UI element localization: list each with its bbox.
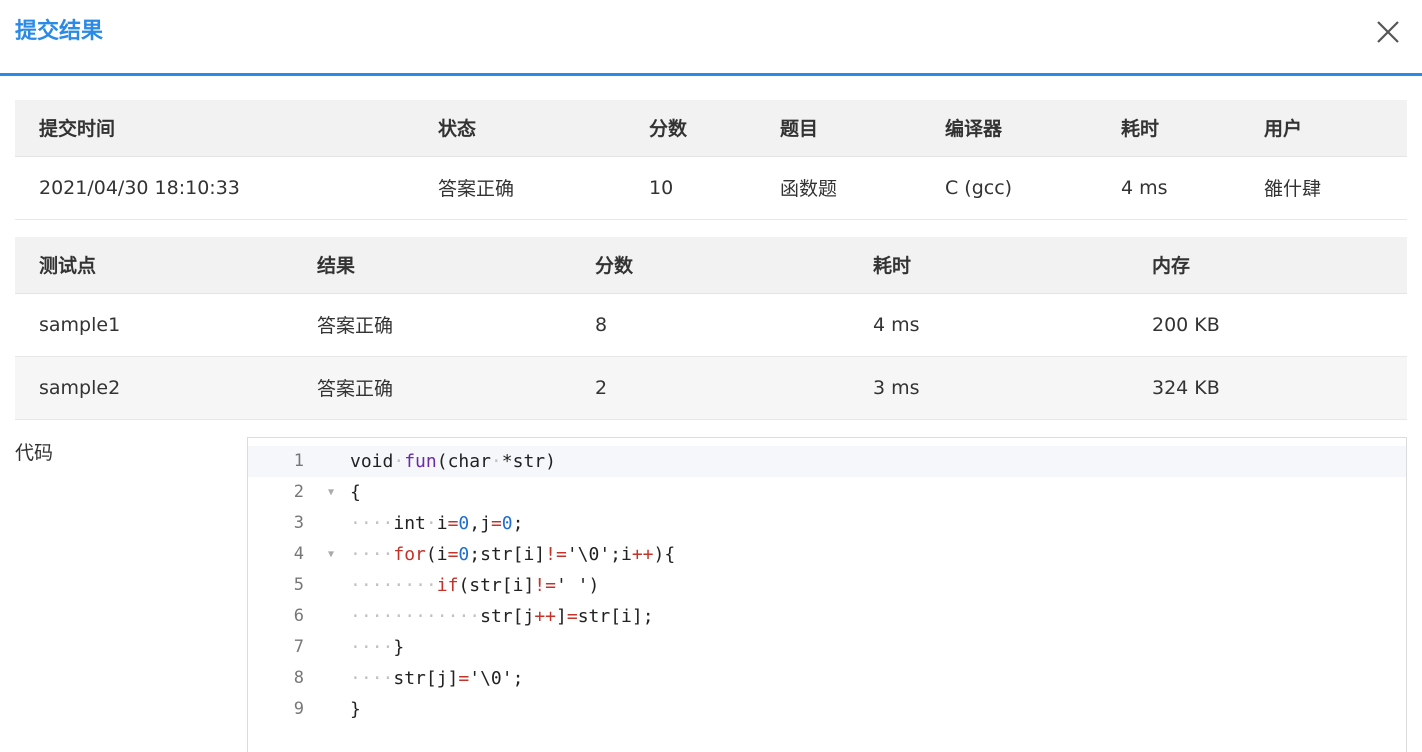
code-text: ····int·i=0,j=0; xyxy=(350,513,524,534)
test-case-name: sample1 xyxy=(15,293,293,357)
test-score: 2 xyxy=(571,356,849,420)
code-line: 1 void·fun(char·*str) xyxy=(248,446,1406,477)
dialog-header: 提交结果 xyxy=(0,0,1422,76)
code-line: 8 ····str[j]='\0'; xyxy=(248,663,1406,694)
header-test-time: 耗时 xyxy=(849,237,1128,294)
status-text: 答案正确 xyxy=(414,156,625,220)
tests-header-row: 测试点 结果 分数 耗时 内存 xyxy=(15,237,1407,294)
code-text: { xyxy=(350,482,361,503)
table-row: sample1 答案正确 8 4 ms 200 KB xyxy=(15,293,1407,357)
header-score: 分数 xyxy=(625,100,756,157)
code-line: 2 ▼ { xyxy=(248,477,1406,508)
code-line: 7 ····} xyxy=(248,632,1406,663)
code-text: ····} xyxy=(350,637,405,658)
test-score: 8 xyxy=(571,293,849,357)
header-compiler: 编译器 xyxy=(921,100,1097,157)
table-row: sample2 答案正确 2 3 ms 324 KB xyxy=(15,356,1407,420)
line-number: 2 xyxy=(293,482,304,502)
test-time: 4 ms xyxy=(849,293,1128,357)
line-number: 3 xyxy=(293,513,304,533)
header-user: 用户 xyxy=(1240,100,1407,157)
fold-toggle-icon[interactable]: ▼ xyxy=(328,477,334,508)
line-number: 9 xyxy=(293,699,304,719)
submit-time: 2021/04/30 18:10:33 xyxy=(15,156,414,220)
line-number: 7 xyxy=(293,637,304,657)
test-memory: 200 KB xyxy=(1128,293,1407,357)
code-label: 代码 xyxy=(15,442,54,464)
header-duration: 耗时 xyxy=(1097,100,1240,157)
test-result: 答案正确 xyxy=(293,293,571,357)
score-value: 10 xyxy=(625,156,756,220)
code-line: 5 ········if(str[i]!=' ') xyxy=(248,570,1406,601)
header-memory: 内存 xyxy=(1128,237,1407,294)
line-number: 5 xyxy=(293,575,304,595)
code-text: ····str[j]='\0'; xyxy=(350,668,524,689)
fold-toggle-icon[interactable]: ▼ xyxy=(328,539,334,570)
header-result: 结果 xyxy=(293,237,571,294)
test-result: 答案正确 xyxy=(293,356,571,420)
code-text: void·fun(char·*str) xyxy=(350,451,556,472)
user-name: 雒什肆 xyxy=(1240,156,1407,220)
code-line: 3 ····int·i=0,j=0; xyxy=(248,508,1406,539)
close-icon[interactable] xyxy=(1372,16,1404,48)
problem-type: 函数题 xyxy=(756,156,921,220)
summary-header-row: 提交时间 状态 分数 题目 编译器 耗时 用户 xyxy=(15,100,1407,157)
code-line: 4 ▼ ····for(i=0;str[i]!='\0';i++){ xyxy=(248,539,1406,570)
header-test-score: 分数 xyxy=(571,237,849,294)
compiler-name: C (gcc) xyxy=(921,156,1097,220)
test-case-table: 测试点 结果 分数 耗时 内存 sample1 答案正确 8 4 ms 200 … xyxy=(15,237,1407,420)
code-line: 9} xyxy=(248,694,1406,725)
code-text: ············str[j++]=str[i]; xyxy=(350,606,654,627)
line-number: 6 xyxy=(293,606,304,626)
header-problem: 题目 xyxy=(756,100,921,157)
header-status: 状态 xyxy=(414,100,625,157)
code-text: ········if(str[i]!=' ') xyxy=(350,575,600,596)
close-icon-graphic xyxy=(1377,21,1399,43)
table-row: 2021/04/30 18:10:33 答案正确 10 函数题 C (gcc) … xyxy=(15,156,1407,220)
code-line: 6 ············str[j++]=str[i]; xyxy=(248,601,1406,632)
header-test-case: 测试点 xyxy=(15,237,293,294)
line-number: 8 xyxy=(293,668,304,688)
submission-summary-table: 提交时间 状态 分数 题目 编译器 耗时 用户 2021/04/30 18:10… xyxy=(15,100,1407,220)
line-number: 1 xyxy=(293,451,304,471)
line-number: 4 xyxy=(293,544,304,564)
code-text: ····for(i=0;str[i]!='\0';i++){ xyxy=(350,544,676,565)
header-submit-time: 提交时间 xyxy=(15,100,414,157)
duration-value: 4 ms xyxy=(1097,156,1240,220)
test-time: 3 ms xyxy=(849,356,1128,420)
code-text: } xyxy=(350,699,361,720)
test-memory: 324 KB xyxy=(1128,356,1407,420)
dialog-title: 提交结果 xyxy=(15,19,104,44)
test-case-name: sample2 xyxy=(15,356,293,420)
code-editor[interactable]: 1 void·fun(char·*str) 2 ▼ {3 ····int·i=0,j=0;… xyxy=(247,437,1407,752)
